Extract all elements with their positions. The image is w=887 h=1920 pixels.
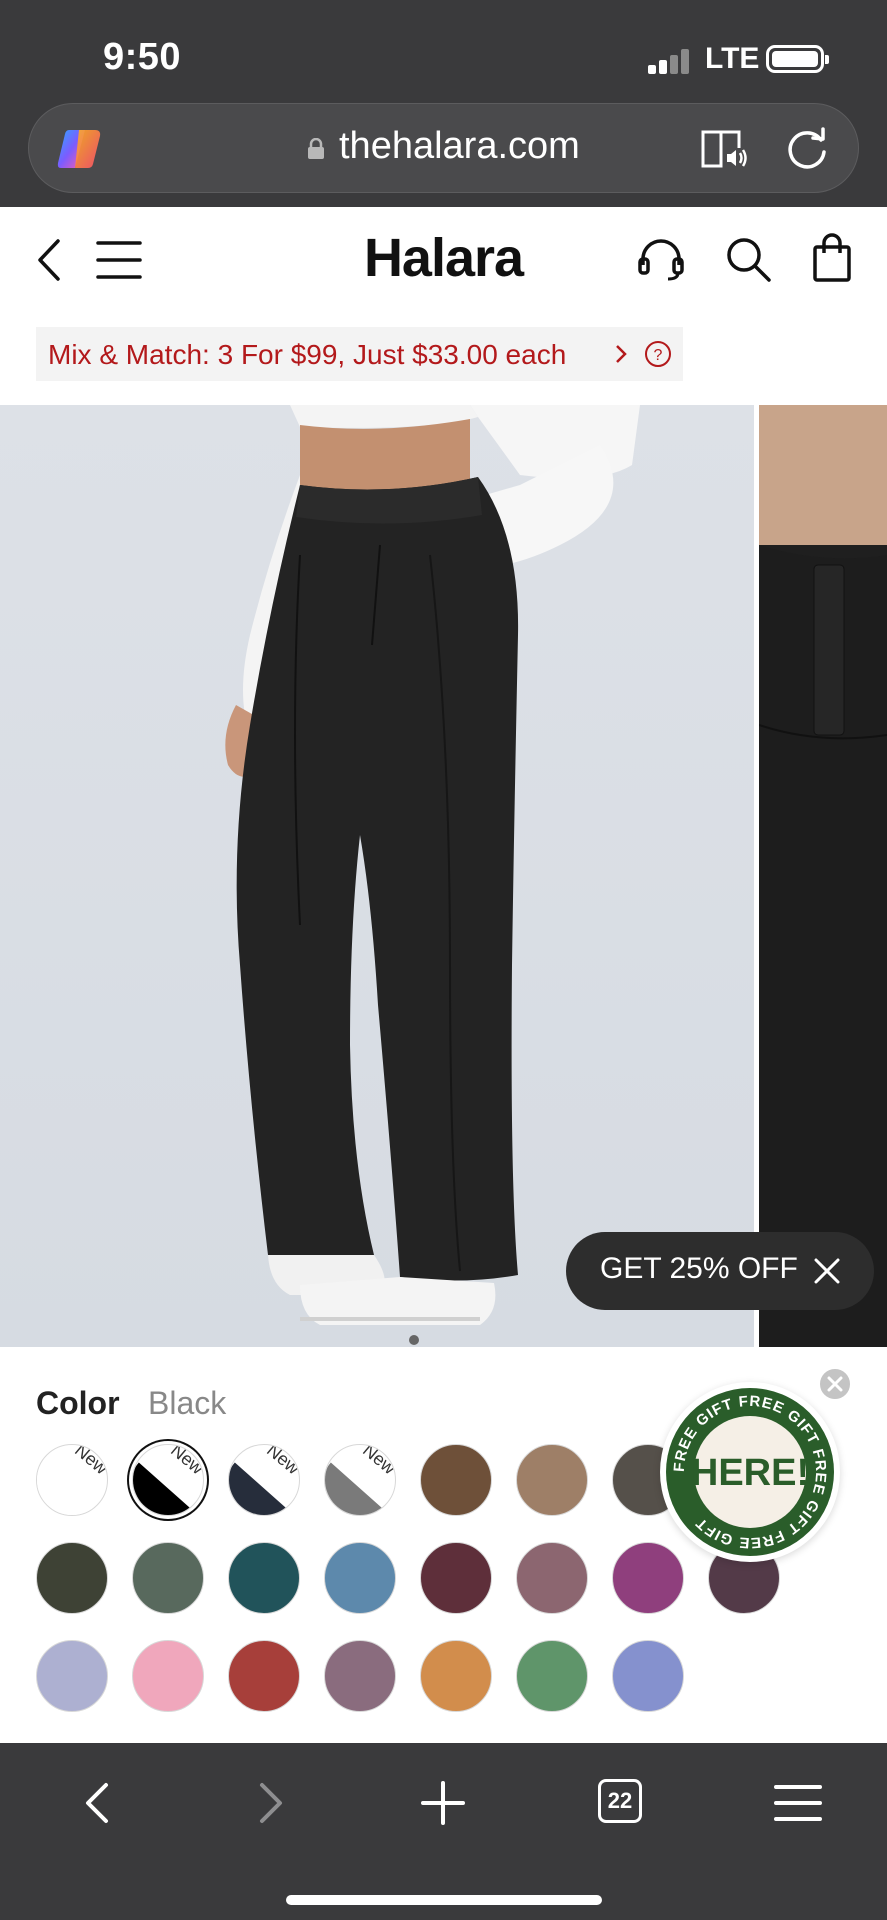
next-product-photo[interactable] [759, 405, 887, 1347]
color-swatch-periwinkle[interactable] [612, 1640, 684, 1712]
status-time: 9:50 [103, 36, 182, 78]
shopping-bag-icon[interactable] [810, 233, 854, 283]
discount-popup[interactable]: GET 25% OFF [566, 1232, 874, 1310]
network-label: LTE [705, 42, 760, 75]
color-swatch-blue[interactable] [324, 1542, 396, 1614]
color-swatch-pink[interactable] [132, 1640, 204, 1712]
color-swatch-sage[interactable] [132, 1542, 204, 1614]
color-swatch-white[interactable]: New [36, 1444, 108, 1516]
copilot-icon[interactable] [55, 126, 105, 172]
color-swatch-lavender[interactable] [36, 1640, 108, 1712]
product-image-gallery[interactable] [0, 405, 887, 1347]
color-swatch-gray[interactable]: New [324, 1444, 396, 1516]
color-swatch-dusty-purple[interactable] [324, 1640, 396, 1712]
promo-banner[interactable]: Mix & Match: 3 For $99, Just $33.00 each… [36, 327, 683, 381]
web-page: Halara Mix & Match: 3 For $99, Just $33.… [0, 207, 887, 1743]
svg-text:?: ? [654, 347, 663, 364]
tabs-button[interactable]: 22 [598, 1779, 658, 1839]
search-icon[interactable] [724, 235, 772, 283]
gift-badge-graphic: FREE GIFT FREE GIFT FREE GIFT FREE GIFT … [666, 1388, 834, 1556]
chevron-right-icon [616, 345, 627, 363]
discount-text: GET 25% OFF [600, 1252, 798, 1285]
closeup-illustration [759, 405, 887, 1347]
color-swatch-brick[interactable] [228, 1640, 300, 1712]
browser-forward-icon[interactable] [238, 1773, 298, 1833]
color-swatch-green[interactable] [516, 1640, 588, 1712]
browser-bottom-toolbar: 22 [0, 1743, 887, 1920]
color-swatch-brown[interactable] [420, 1444, 492, 1516]
product-photo[interactable] [0, 405, 754, 1347]
gift-close-button[interactable] [818, 1367, 852, 1401]
color-swatch-tan[interactable] [516, 1444, 588, 1516]
color-swatch-teal[interactable] [228, 1542, 300, 1614]
color-swatch-orange[interactable] [420, 1640, 492, 1712]
address-bar[interactable]: thehalara.com [28, 103, 859, 193]
customer-service-icon[interactable] [636, 237, 686, 283]
tab-count: 22 [598, 1779, 642, 1823]
browser-top-bar: 9:50 LTE thehalara.com [0, 0, 887, 207]
browser-menu-icon[interactable] [768, 1773, 828, 1833]
color-label: Color [36, 1385, 120, 1421]
new-tab-icon[interactable] [413, 1773, 473, 1833]
color-swatch-mauve[interactable] [516, 1542, 588, 1614]
battery-icon [766, 45, 829, 73]
reload-icon[interactable] [783, 126, 831, 172]
selected-color: Black [148, 1385, 227, 1421]
help-icon[interactable]: ? [644, 340, 672, 368]
svg-text:HERE!: HERE! [691, 1452, 809, 1494]
home-indicator [286, 1895, 602, 1905]
promo-text: Mix & Match: 3 For $99, Just $33.00 each [48, 339, 567, 370]
read-aloud-icon[interactable] [699, 126, 749, 172]
browser-back-icon[interactable] [70, 1773, 130, 1833]
color-swatch-navy[interactable]: New [228, 1444, 300, 1516]
color-swatch-black[interactable]: New [132, 1444, 204, 1516]
url-text[interactable]: thehalara.com [339, 125, 580, 168]
free-gift-badge[interactable]: FREE GIFT FREE GIFT FREE GIFT FREE GIFT … [660, 1382, 840, 1562]
close-icon [827, 1376, 843, 1392]
lock-icon [308, 138, 324, 159]
signal-icon [648, 48, 689, 74]
color-swatch-dark-olive[interactable] [36, 1542, 108, 1614]
model-pants-illustration [225, 405, 640, 1325]
close-icon[interactable] [812, 1256, 842, 1286]
color-swatch-burgundy[interactable] [420, 1542, 492, 1614]
gallery-page-indicator [409, 1335, 419, 1345]
